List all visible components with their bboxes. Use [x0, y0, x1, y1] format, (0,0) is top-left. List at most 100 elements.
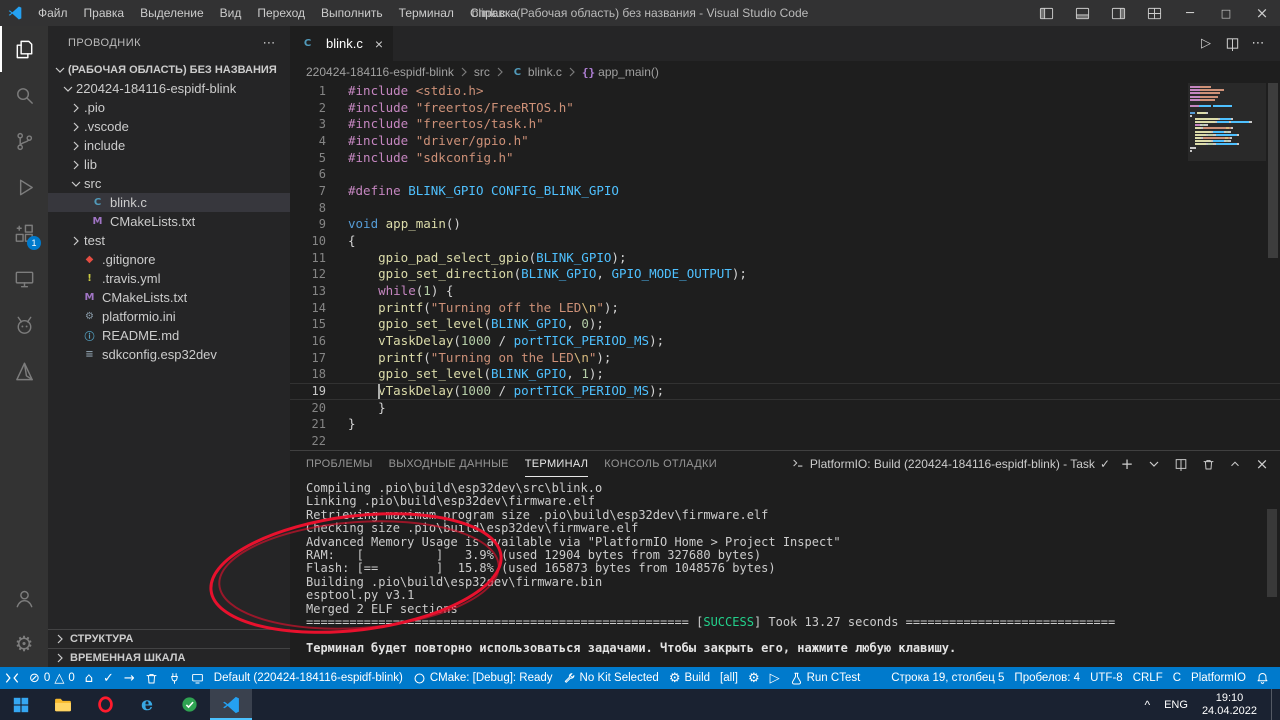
code-editor[interactable]: 1#include <stdio.h>2#include "freertos/F…	[290, 83, 1280, 450]
tree-item-file-travis[interactable]: !.travis.yml	[48, 269, 290, 288]
menu-selection[interactable]: Выделение	[132, 0, 212, 26]
line-number[interactable]: 18	[290, 366, 326, 383]
code-line-1[interactable]: 1#include <stdio.h>	[290, 83, 1280, 100]
tree-item-file-platformio-ini[interactable]: ⚙platformio.ini	[48, 307, 290, 326]
minimize-button[interactable]: ─	[1172, 0, 1208, 26]
activity-search[interactable]	[0, 72, 48, 118]
tree-item-file-cmakelists[interactable]: MCMakeLists.txt	[48, 288, 290, 307]
tree-item-folder-test[interactable]: test	[48, 231, 290, 250]
line-number[interactable]: 21	[290, 416, 326, 433]
editor-more-actions-button[interactable]: ⋯	[1246, 32, 1270, 56]
status-pio-clean[interactable]	[140, 667, 163, 689]
maximize-button[interactable]: □	[1208, 0, 1244, 26]
section-outline[interactable]: СТРУКТУРА	[48, 629, 290, 648]
tray-expand-button[interactable]: ^	[1144, 698, 1150, 712]
activity-cmake[interactable]	[0, 348, 48, 394]
code-line-15[interactable]: 15 gpio_set_level(BLINK_GPIO, 0);	[290, 316, 1280, 333]
status-pio-home[interactable]: ⌂	[80, 667, 98, 689]
tree-item-folder-lib[interactable]: lib	[48, 155, 290, 174]
maximize-panel-button[interactable]	[1225, 454, 1245, 474]
status-indentation[interactable]: Пробелов: 4	[1009, 667, 1085, 689]
status-cmake-launch[interactable]: ▷	[765, 667, 785, 689]
tree-item-project-folder[interactable]: 220424-184116-espidf-blink	[48, 79, 290, 98]
code-line-21[interactable]: 21}	[290, 416, 1280, 433]
menu-run[interactable]: Выполнить	[313, 0, 391, 26]
status-pio-terminal[interactable]	[186, 667, 209, 689]
split-terminal-button[interactable]	[1171, 454, 1191, 474]
line-number[interactable]: 2	[290, 100, 326, 117]
taskbar-vscode[interactable]	[210, 689, 252, 720]
explorer-more-actions-icon[interactable]: ⋯	[263, 37, 277, 50]
menu-go[interactable]: Переход	[249, 0, 313, 26]
status-cmake-status[interactable]: CMake: [Debug]: Ready	[408, 667, 558, 689]
line-number[interactable]: 1	[290, 83, 326, 100]
line-number[interactable]: 16	[290, 333, 326, 350]
scrollbar-thumb[interactable]	[1268, 83, 1278, 258]
activity-account[interactable]	[0, 575, 48, 621]
line-number[interactable]: 3	[290, 116, 326, 133]
line-number[interactable]: 7	[290, 183, 326, 200]
terminal-scrollbar[interactable]	[1267, 509, 1277, 597]
new-terminal-button[interactable]: +	[1117, 454, 1137, 474]
code-line-7[interactable]: 7#define BLINK_GPIO CONFIG_BLINK_GPIO	[290, 183, 1280, 200]
show-desktop-button[interactable]	[1271, 689, 1276, 720]
line-number[interactable]: 19	[290, 383, 326, 400]
status-pio-serial-monitor[interactable]	[163, 667, 186, 689]
status-remote[interactable]	[0, 667, 24, 689]
layout-secondary-sidebar-toggle-icon[interactable]	[1100, 0, 1136, 26]
taskbar-file-explorer[interactable]	[42, 689, 84, 720]
line-number[interactable]: 5	[290, 150, 326, 167]
tree-item-workspace-root[interactable]: (РАБОЧАЯ ОБЛАСТЬ) БЕЗ НАЗВАНИЯ	[48, 60, 290, 79]
tree-item-file-readme[interactable]: ⓘREADME.md	[48, 326, 290, 345]
line-number[interactable]: 6	[290, 166, 326, 183]
code-line-17[interactable]: 17 printf("Turning on the LED\n");	[290, 350, 1280, 367]
run-file-button[interactable]: ▷	[1194, 32, 1218, 56]
taskbar-opera[interactable]	[84, 689, 126, 720]
status-cmake-target[interactable]: [all]	[715, 667, 743, 689]
code-line-5[interactable]: 5#include "sdkconfig.h"	[290, 150, 1280, 167]
line-number[interactable]: 15	[290, 316, 326, 333]
tree-item-folder-src[interactable]: src	[48, 174, 290, 193]
taskbar-start[interactable]	[0, 689, 42, 720]
editor-scrollbar[interactable]	[1266, 83, 1280, 450]
menu-terminal[interactable]: Терминал	[391, 0, 462, 26]
kill-terminal-button[interactable]	[1198, 454, 1218, 474]
breadcrumb-item[interactable]: Cblink.c	[510, 65, 562, 79]
activity-settings[interactable]: ⚙	[0, 621, 48, 667]
activity-source-control[interactable]	[0, 118, 48, 164]
terminal[interactable]: Compiling .pio\build\esp32dev\src\blink.…	[290, 477, 1280, 667]
clock[interactable]: 19:1024.04.2022	[1202, 692, 1257, 718]
code-line-8[interactable]: 8	[290, 200, 1280, 217]
terminal-picker[interactable]: PlatformIO: Build (220424-184116-espidf-…	[791, 456, 1110, 473]
close-button[interactable]: ×	[1244, 0, 1280, 26]
line-number[interactable]: 10	[290, 233, 326, 250]
line-number[interactable]: 20	[290, 400, 326, 417]
activity-platformio[interactable]	[0, 302, 48, 348]
code-line-10[interactable]: 10{	[290, 233, 1280, 250]
line-number[interactable]: 11	[290, 250, 326, 267]
code-line-22[interactable]: 22	[290, 433, 1280, 450]
status-eol[interactable]: CRLF	[1128, 667, 1168, 689]
tab-close-icon[interactable]: ×	[375, 36, 383, 52]
status-pio-build[interactable]: ✓	[98, 667, 119, 689]
line-number[interactable]: 8	[290, 200, 326, 217]
status-pio-upload[interactable]: →	[119, 667, 140, 689]
breadcrumb-item[interactable]: src	[474, 65, 490, 79]
tree-item-folder-include[interactable]: include	[48, 136, 290, 155]
status-ctest[interactable]: Run CTest	[785, 667, 866, 689]
code-line-6[interactable]: 6	[290, 166, 1280, 183]
code-line-9[interactable]: 9void app_main()	[290, 216, 1280, 233]
status-pio-env[interactable]: Default (220424-184116-espidf-blink)	[209, 667, 408, 689]
layout-sidebar-toggle-icon[interactable]	[1028, 0, 1064, 26]
close-panel-button[interactable]: ×	[1252, 454, 1272, 474]
layout-panel-toggle-icon[interactable]	[1064, 0, 1100, 26]
code-line-16[interactable]: 16 vTaskDelay(1000 / portTICK_PERIOD_MS)…	[290, 333, 1280, 350]
status-cursor-position[interactable]: Строка 19, столбец 5	[886, 667, 1009, 689]
panel-tab-debug-console[interactable]: КОНСОЛЬ ОТЛАДКИ	[604, 451, 717, 477]
line-number[interactable]: 9	[290, 216, 326, 233]
section-timeline[interactable]: ВРЕМЕННАЯ ШКАЛА	[48, 648, 290, 667]
tree-item-file-blink-c[interactable]: Cblink.c	[48, 193, 290, 212]
activity-extensions[interactable]: 1	[0, 210, 48, 256]
menu-view[interactable]: Вид	[212, 0, 250, 26]
status-encoding[interactable]: UTF-8	[1085, 667, 1128, 689]
